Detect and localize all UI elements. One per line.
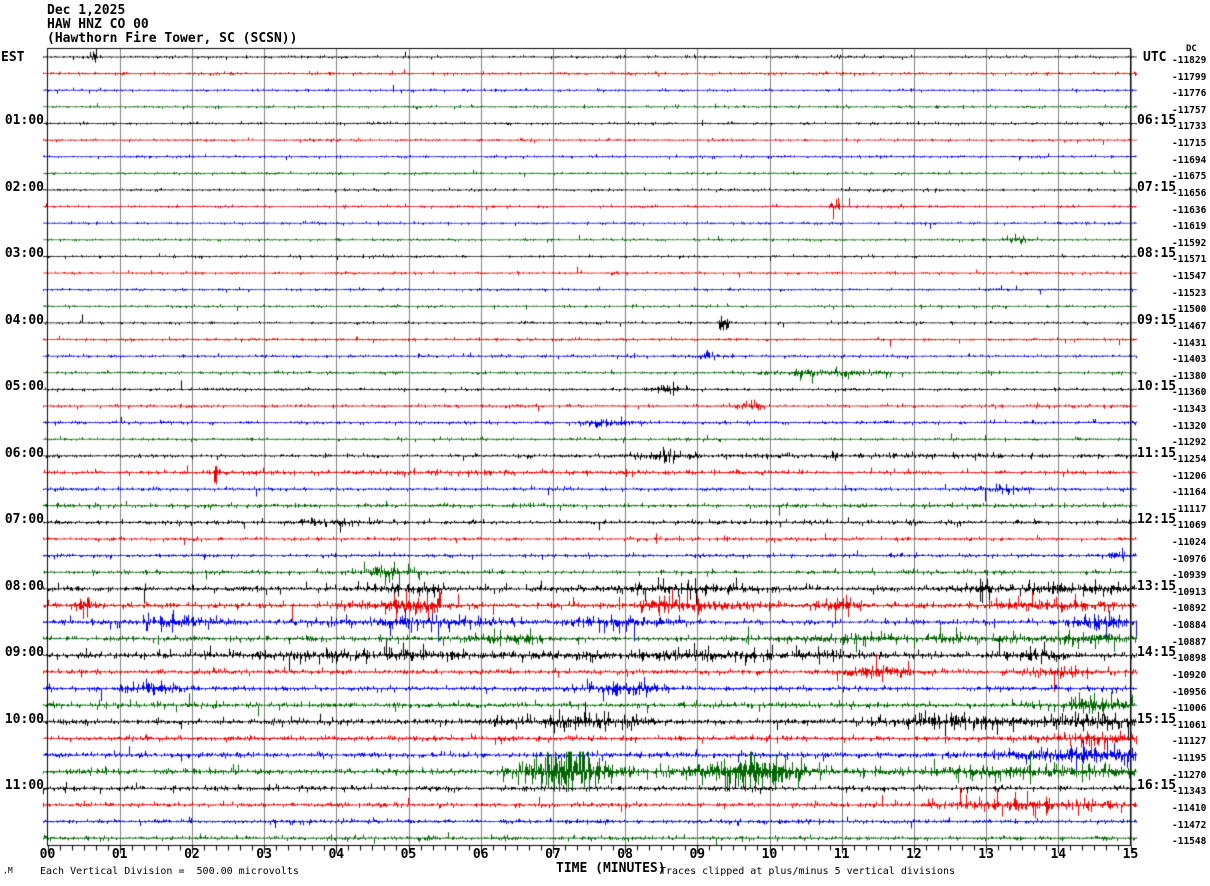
dc-offset-value: -10976 [1172, 553, 1207, 565]
dc-offset-value: -10956 [1172, 686, 1207, 698]
est-time-label: 05:00 [4, 379, 44, 395]
right-axis-header-utc: UTC [1143, 50, 1167, 65]
dc-offset-value: -11472 [1172, 819, 1207, 831]
x-axis-tick-label: 01 [111, 847, 128, 862]
dc-offset-value: -11195 [1172, 753, 1207, 765]
dc-offset-value: -11548 [1172, 836, 1207, 848]
dc-offset-value: -11431 [1172, 337, 1207, 349]
dc-offset-value: -11656 [1172, 187, 1207, 199]
est-time-label: 03:00 [4, 246, 44, 262]
utc-time-label: 11:15 [1137, 445, 1177, 461]
seismogram-canvas [0, 0, 1210, 886]
x-axis-tick-label: 15 [1122, 847, 1139, 862]
helicorder-page: Dec 1,2025 HAW HNZ CO 00 (Hawthorn Fire … [0, 0, 1210, 886]
dc-offset-value: -10898 [1172, 653, 1207, 665]
x-axis-tick-label: 00 [39, 847, 56, 862]
x-axis-tick-label: 04 [328, 847, 345, 862]
x-axis-tick-label: 12 [906, 847, 922, 862]
dc-offset-value: -11467 [1172, 320, 1207, 332]
x-axis-tick-label: 06 [472, 847, 489, 862]
x-axis-title: TIME (MINUTES) [556, 861, 666, 876]
utc-time-label: 08:15 [1137, 246, 1177, 262]
x-axis-tick-label: 11 [833, 847, 850, 862]
dc-offset-value: -10913 [1172, 586, 1207, 598]
dc-offset-value: -11733 [1172, 121, 1207, 133]
x-axis-tick-label: 08 [617, 847, 633, 862]
dc-offset-value: -11292 [1172, 437, 1207, 449]
est-time-label: 06:00 [4, 445, 44, 461]
dc-offset-value: -11006 [1172, 703, 1207, 715]
dc-offset-value: -11164 [1172, 487, 1207, 499]
vertical-scale-note: Each Vertical Division = 500.00 microvol… [40, 866, 299, 877]
x-axis-tick-label: 07 [545, 847, 561, 862]
dc-offset-value: -10887 [1172, 636, 1207, 648]
x-axis-tick-label: 03 [256, 847, 272, 862]
dc-offset-value: -11069 [1172, 520, 1207, 532]
est-time-label: 08:00 [4, 578, 44, 594]
utc-time-label: 07:15 [1137, 179, 1177, 195]
dc-offset-value: -11776 [1172, 88, 1207, 100]
dc-offset-value: -11320 [1172, 420, 1207, 432]
est-time-label: 07:00 [4, 512, 44, 528]
dc-column-header: DC [1186, 44, 1197, 54]
dc-offset-value: -11523 [1172, 287, 1207, 299]
dc-offset-value: -11675 [1172, 171, 1207, 183]
est-time-label: 09:00 [4, 645, 44, 661]
est-time-label: 04:00 [4, 312, 44, 328]
dc-offset-value: -11619 [1172, 221, 1207, 233]
dc-offset-value: -11117 [1172, 503, 1207, 515]
dc-offset-value: -11547 [1172, 271, 1207, 283]
x-axis-tick-label: 09 [689, 847, 706, 862]
utc-time-label: 13:15 [1137, 578, 1177, 594]
dc-offset-value: -11061 [1172, 719, 1207, 731]
clipping-note: Traces clipped at plus/minus 5 vertical … [660, 866, 956, 877]
est-time-label: 10:00 [4, 711, 44, 727]
x-axis-tick-label: 10 [761, 847, 778, 862]
dc-offset-value: -11829 [1172, 55, 1207, 66]
dc-offset-value: -11694 [1172, 154, 1207, 166]
dc-offset-value: -11500 [1172, 304, 1207, 316]
utc-time-label: 16:15 [1137, 778, 1177, 794]
utc-time-label: 09:15 [1137, 312, 1177, 328]
est-time-label: 01:00 [4, 113, 44, 129]
utc-time-label: 14:15 [1137, 645, 1177, 661]
x-axis-tick-label: 14 [1050, 847, 1067, 862]
x-axis-tick-label: 05 [400, 847, 417, 862]
x-axis-tick-label: 13 [978, 847, 994, 862]
dc-offset-value: -11592 [1172, 237, 1207, 249]
utc-time-label: 06:15 [1137, 113, 1177, 129]
dc-offset-value: -10939 [1172, 570, 1207, 582]
dc-offset-value: -10892 [1172, 603, 1207, 615]
corner-watermark: ,M [3, 866, 13, 875]
dc-offset-value: -11403 [1172, 354, 1207, 366]
dc-offset-value: -10884 [1172, 620, 1207, 632]
dc-offset-value: -11799 [1172, 71, 1207, 83]
dc-offset-value: -11636 [1172, 204, 1207, 216]
est-time-label: 02:00 [4, 179, 44, 195]
dc-offset-value: -11571 [1172, 254, 1207, 266]
utc-time-label: 15:15 [1137, 711, 1177, 727]
dc-offset-value: -11343 [1172, 404, 1207, 416]
dc-offset-value: -11343 [1172, 786, 1207, 798]
dc-offset-value: -11360 [1172, 387, 1207, 399]
est-time-label: 11:00 [4, 778, 44, 794]
utc-time-label: 10:15 [1137, 379, 1177, 395]
dc-offset-value: -10920 [1172, 669, 1207, 681]
dc-offset-value: -11206 [1172, 470, 1207, 482]
left-axis-header-est: EST [1, 50, 25, 65]
dc-offset-value: -11757 [1172, 104, 1207, 116]
dc-offset-value: -11127 [1172, 736, 1207, 748]
dc-offset-value: -11380 [1172, 370, 1207, 382]
utc-time-label: 12:15 [1137, 512, 1177, 528]
dc-offset-value: -11270 [1172, 769, 1207, 781]
dc-offset-value: -11715 [1172, 138, 1207, 150]
x-axis-tick-label: 02 [184, 847, 200, 862]
dc-offset-value: -11254 [1172, 453, 1207, 465]
dc-offset-value: -11024 [1172, 536, 1207, 548]
dc-offset-value: -11410 [1172, 802, 1207, 814]
